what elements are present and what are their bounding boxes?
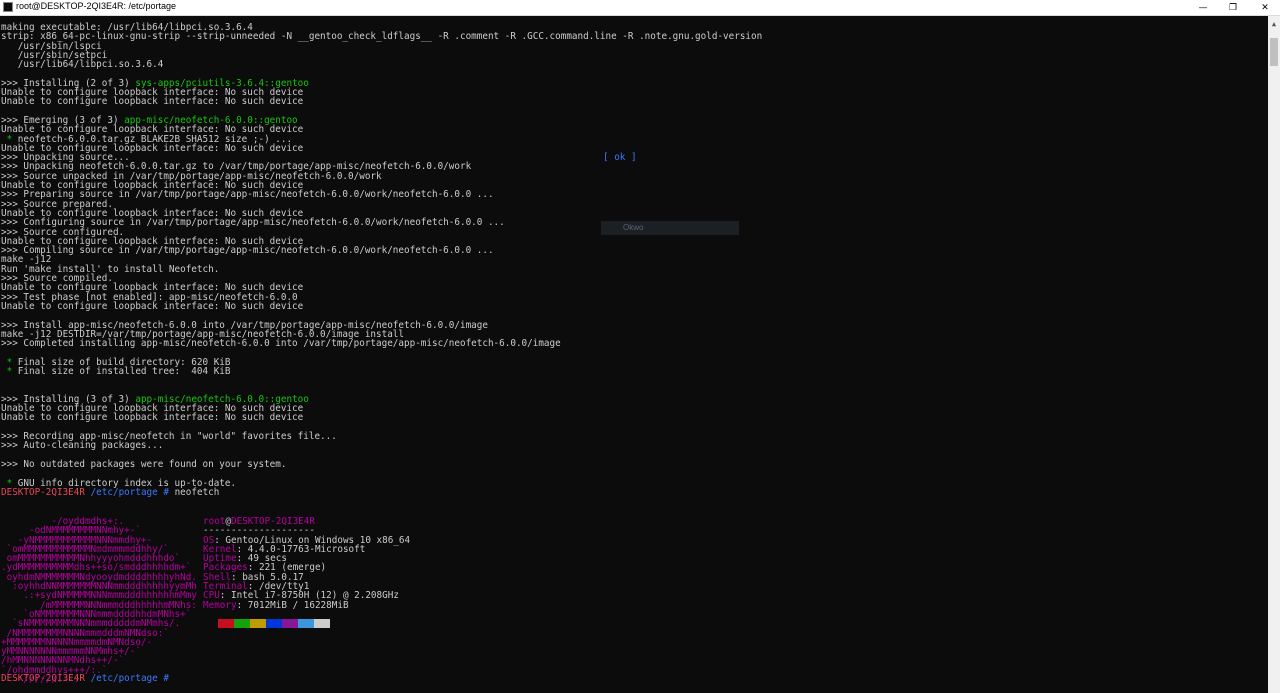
color-swatch bbox=[250, 619, 266, 628]
color-palette bbox=[218, 619, 330, 628]
log-text: Final size of installed tree: 404 KiB bbox=[17, 365, 231, 377]
log-line: /usr/sbin/lspci bbox=[1, 40, 102, 52]
overlay-text: Okwo bbox=[623, 223, 644, 232]
log-line: strip: x86_64-pc-linux-gnu-strip --strip… bbox=[1, 31, 763, 43]
color-swatch bbox=[282, 619, 298, 628]
log-line: >>> Completed installing app-misc/neofet… bbox=[1, 338, 561, 350]
log-line: * Final size of installed tree: 404 KiB bbox=[1, 367, 1268, 376]
scroll-up-arrow-icon[interactable]: ▲ bbox=[1268, 19, 1280, 29]
log-line: /usr/lib64/libpci.so.3.6.4 bbox=[1, 59, 164, 71]
color-swatch bbox=[298, 619, 314, 628]
terminal-app-icon bbox=[3, 2, 13, 12]
log-line: Run 'make install' to install Neofetch. bbox=[1, 263, 220, 275]
log-line: >>> Preparing source in /var/tmp/portage… bbox=[1, 189, 494, 201]
color-swatch bbox=[234, 619, 250, 628]
color-swatch bbox=[266, 619, 282, 628]
neofetch-info: root@DESKTOP-2QI3E4R -------------------… bbox=[202, 517, 410, 610]
title-bar: root@DESKTOP-2QI3E4R: /etc/portage — ❐ ✕ bbox=[0, 0, 1280, 16]
window-title: root@DESKTOP-2QI3E4R: /etc/portage bbox=[16, 1, 177, 11]
log-line: >>> Compiling source in /var/tmp/portage… bbox=[1, 245, 494, 257]
log-line: >>> No outdated packages were found on y… bbox=[1, 458, 287, 470]
close-button[interactable]: ✕ bbox=[1250, 0, 1280, 15]
neofetch-logo: -/oyddmdhs+:. -odNMMMMMMMMNNmhy+-` -yNMM… bbox=[0, 517, 197, 686]
shell-prompt: DESKTOP-2QI3E4R /etc/portage # neofetch bbox=[1, 488, 1268, 497]
log-line: Unable to configure loopback interface: … bbox=[1, 96, 304, 108]
terminal-output[interactable]: making executable: /usr/lib64/libpci.so.… bbox=[0, 16, 1268, 693]
overlay-box: Okwo bbox=[601, 221, 739, 235]
color-swatch bbox=[218, 619, 234, 628]
maximize-button[interactable]: ❐ bbox=[1218, 0, 1248, 15]
minimize-button[interactable]: — bbox=[1188, 0, 1218, 15]
prompt-command: neofetch bbox=[174, 486, 220, 498]
info-memory: Memory: 7012MiB / 16228MiB bbox=[203, 599, 349, 611]
star-marker: * bbox=[1, 365, 18, 377]
ok-status-tag: [ ok ] bbox=[603, 152, 637, 163]
log-line: >>> Auto-cleaning packages... bbox=[1, 440, 164, 452]
log-line: >>> Recording app-misc/neofetch in "worl… bbox=[1, 431, 337, 443]
scroll-thumb[interactable] bbox=[1270, 38, 1278, 66]
log-line: Unable to configure loopback interface: … bbox=[1, 300, 304, 312]
log-line: /usr/sbin/setpci bbox=[1, 49, 108, 61]
info-key: Memory bbox=[203, 599, 237, 611]
prompt-symbol: # bbox=[163, 486, 169, 498]
info-value: 7012MiB / 16228MiB bbox=[247, 599, 349, 611]
logo-line: `-//////:--. bbox=[1, 674, 80, 686]
log-line: Unable to configure loopback interface: … bbox=[1, 412, 304, 424]
vertical-scrollbar[interactable]: ▲ bbox=[1268, 16, 1280, 693]
prompt-path: /etc/portage bbox=[90, 486, 158, 498]
prompt-host: DESKTOP-2QI3E4R bbox=[1, 486, 85, 498]
color-swatch bbox=[314, 619, 330, 628]
